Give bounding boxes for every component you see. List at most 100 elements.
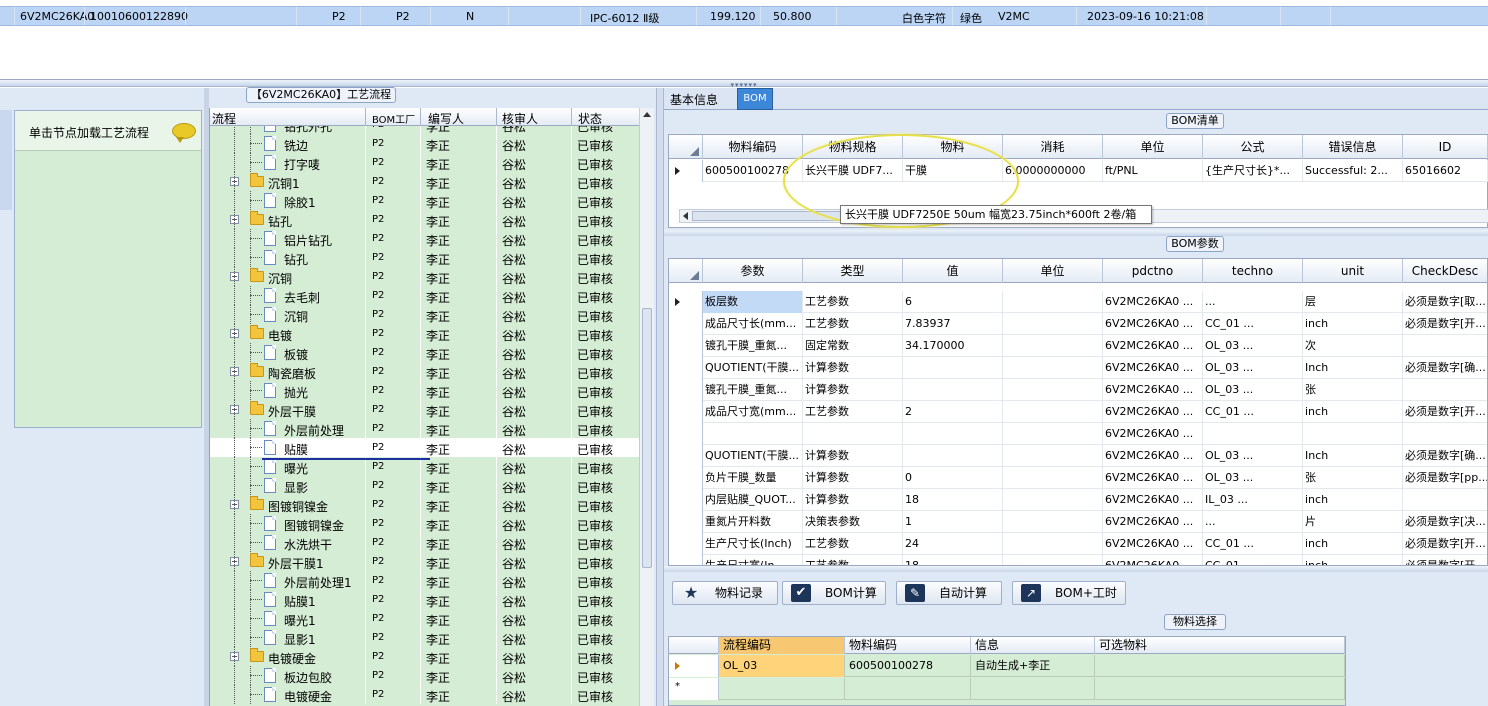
param-cell[interactable]: [1003, 423, 1103, 445]
cell-material-code[interactable]: [845, 678, 971, 700]
tree-node[interactable]: 铝片钻孔 P2 李正 谷松 已审核: [210, 229, 640, 248]
tree-node[interactable]: 除胶1 P2 李正 谷松 已审核: [210, 191, 640, 210]
table-row[interactable]: QUOTIENT(干膜... 计算参数 6V2MC26KA0 ... OL_03 ..…: [669, 445, 1487, 467]
param-cell[interactable]: 固定常数: [803, 335, 903, 357]
param-cell[interactable]: 34.170000: [903, 335, 1003, 357]
param-cell[interactable]: [1003, 555, 1103, 565]
tree-node-group[interactable]: − 电镀硬金 P2 李正 谷松 已审核: [210, 647, 640, 666]
col-header-param-3[interactable]: 单位: [1003, 259, 1103, 283]
tree-node[interactable]: 贴膜1 P2 李正 谷松 已审核: [210, 590, 640, 609]
param-cell[interactable]: 6V2MC26KA0 ...: [1103, 401, 1203, 423]
param-cell[interactable]: 必须是数字[确...: [1403, 445, 1487, 467]
params-splitter[interactable]: [664, 566, 1488, 572]
param-cell[interactable]: CC_01 ...: [1203, 533, 1303, 555]
param-cell[interactable]: inch: [1303, 401, 1403, 423]
bom-cell[interactable]: ft/PNL: [1103, 160, 1203, 182]
param-cell[interactable]: CC_01 ...: [1203, 555, 1303, 565]
param-cell[interactable]: 片: [1303, 511, 1403, 533]
tree-node-group[interactable]: − 电镀 P2 李正 谷松 已审核: [210, 324, 640, 343]
param-cell[interactable]: [1003, 291, 1103, 313]
col-header-param-6[interactable]: unit: [1303, 259, 1403, 283]
select-all-icon[interactable]: [669, 135, 703, 159]
tree-node[interactable]: 打字唛 P2 李正 谷松 已审核: [210, 153, 640, 172]
table-row[interactable]: 6V2MC26KA0 ...: [669, 423, 1487, 445]
param-cell[interactable]: 6V2MC26KA0 ...: [1103, 291, 1203, 313]
param-cell[interactable]: 必须是数字[开...: [1403, 533, 1487, 555]
new-row[interactable]: *: [669, 678, 1345, 700]
param-cell[interactable]: 计算参数: [803, 445, 903, 467]
param-cell[interactable]: CC_01 ...: [1203, 313, 1303, 335]
col-header-process[interactable]: 流程: [212, 110, 236, 127]
table-row[interactable]: 镀孔干膜_重氮... 固定常数 34.170000 6V2MC26KA0 ... OL_…: [669, 335, 1487, 357]
param-cell[interactable]: CC_01 ...: [1203, 401, 1303, 423]
bom-hours-button[interactable]: ↗ BOM+工时: [1012, 581, 1126, 605]
col-header-material-code[interactable]: 物料编码: [845, 637, 971, 654]
param-cell[interactable]: 必须是数字[取...: [1403, 291, 1487, 313]
select-all-icon[interactable]: [669, 637, 719, 654]
tree-node-group[interactable]: − 陶瓷磨板 P2 李正 谷松 已审核: [210, 362, 640, 381]
order-row-selected[interactable]: 6V2MC26KA0 10010600122890 P2 P2 N IPC-60…: [0, 6, 1488, 26]
param-cell[interactable]: 6V2MC26KA0 ...: [1103, 511, 1203, 533]
tree-node[interactable]: 贴膜 P2 李正 谷松 已审核: [210, 438, 640, 457]
param-cell[interactable]: 生产尺寸宽(In...: [703, 555, 803, 565]
param-cell[interactable]: 计算参数: [803, 467, 903, 489]
param-cell[interactable]: OL_03 ...: [1203, 335, 1303, 357]
col-header-param-0[interactable]: 参数: [703, 259, 803, 283]
tree-node[interactable]: 沉铜 P2 李正 谷松 已审核: [210, 305, 640, 324]
param-cell[interactable]: 18: [903, 489, 1003, 511]
param-cell[interactable]: inch: [1303, 489, 1403, 511]
param-cell[interactable]: 工艺参数: [803, 401, 903, 423]
param-cell[interactable]: 工艺参数: [803, 291, 903, 313]
param-cell[interactable]: 必须是数字[决...: [1403, 511, 1487, 533]
col-header-bom-plant[interactable]: BOM工厂: [372, 111, 415, 126]
tree-node[interactable]: 图镀铜镍金 P2 李正 谷松 已审核: [210, 514, 640, 533]
param-cell[interactable]: 6: [903, 291, 1003, 313]
table-row[interactable]: 重氮片开料数 决策表参数 1 6V2MC26KA0 ...... 片必须是数字[决...: [669, 511, 1487, 533]
tree-node-group[interactable]: − 沉铜 P2 李正 谷松 已审核: [210, 267, 640, 286]
param-cell[interactable]: 决策表参数: [803, 511, 903, 533]
tab-bom[interactable]: BOM: [737, 88, 773, 110]
param-cell[interactable]: 必须是数字[pp...: [1403, 467, 1487, 489]
col-header-param-1[interactable]: 类型: [803, 259, 903, 283]
auto-calc-button[interactable]: ✎ 自动计算: [896, 581, 1002, 605]
col-header-bom-4[interactable]: 单位: [1103, 135, 1203, 159]
tree-node[interactable]: 外层前处理 P2 李正 谷松 已审核: [210, 419, 640, 438]
cell-process-code[interactable]: [719, 678, 845, 700]
param-cell[interactable]: 工艺参数: [803, 555, 903, 565]
param-cell[interactable]: OL_03 ...: [1203, 445, 1303, 467]
param-cell[interactable]: [1003, 511, 1103, 533]
param-cell[interactable]: 6V2MC26KA0 ...: [1103, 533, 1203, 555]
param-cell[interactable]: 板层数: [703, 291, 803, 313]
param-cell[interactable]: 镀孔干膜_重氮...: [703, 335, 803, 357]
tree-node[interactable]: 显影 P2 李正 谷松 已审核: [210, 476, 640, 495]
node-panel[interactable]: 单击节点加载工艺流程: [14, 110, 202, 428]
param-cell[interactable]: 必须是数字[开...: [1403, 401, 1487, 423]
param-cell[interactable]: 镀孔干膜_重氮...: [703, 379, 803, 401]
param-cell[interactable]: Inch: [1303, 445, 1403, 467]
param-cell[interactable]: 成品尺寸长(mm...: [703, 313, 803, 335]
bom-cell[interactable]: Successful: 2...: [1303, 160, 1403, 182]
param-cell[interactable]: 0: [903, 467, 1003, 489]
param-cell[interactable]: 内层贴膜_QUOT...: [703, 489, 803, 511]
cell-info[interactable]: 自动生成+李正: [971, 655, 1095, 677]
table-row[interactable]: 负片干膜_数量 计算参数 0 6V2MC26KA0 ... OL_03 ... 张必须是数…: [669, 467, 1487, 489]
col-header-reviewer[interactable]: 核审人: [502, 110, 538, 127]
cell-process-code[interactable]: OL_03: [719, 655, 845, 677]
table-row[interactable]: 板层数 工艺参数 6 6V2MC26KA0 ...... 层必须是数字[取...: [669, 291, 1487, 313]
bom-cell[interactable]: {生产尺寸长}*...: [1203, 160, 1303, 182]
param-cell[interactable]: [903, 423, 1003, 445]
param-cell[interactable]: [1403, 489, 1487, 511]
scroll-thumb[interactable]: [642, 308, 652, 568]
param-cell[interactable]: 6V2MC26KA0 ...: [1103, 467, 1203, 489]
top-splitter[interactable]: ▾▾▾▾▾▾: [0, 80, 1488, 89]
param-cell[interactable]: 工艺参数: [803, 313, 903, 335]
tree-node[interactable]: 钻孔 P2 李正 谷松 已审核: [210, 248, 640, 267]
param-cell[interactable]: 6V2MC26KA0 ...: [1103, 313, 1203, 335]
param-cell[interactable]: IL_03 ...: [1203, 489, 1303, 511]
param-cell[interactable]: QUOTIENT(干膜...: [703, 357, 803, 379]
tree-node[interactable]: 去毛刺 P2 李正 谷松 已审核: [210, 286, 640, 305]
scroll-up-icon[interactable]: [643, 112, 651, 117]
cell-material-code[interactable]: 600500100278: [845, 655, 971, 677]
param-cell[interactable]: [1003, 357, 1103, 379]
table-row[interactable]: 内层贴膜_QUOT... 计算参数 18 6V2MC26KA0 ... IL_03 ..…: [669, 489, 1487, 511]
